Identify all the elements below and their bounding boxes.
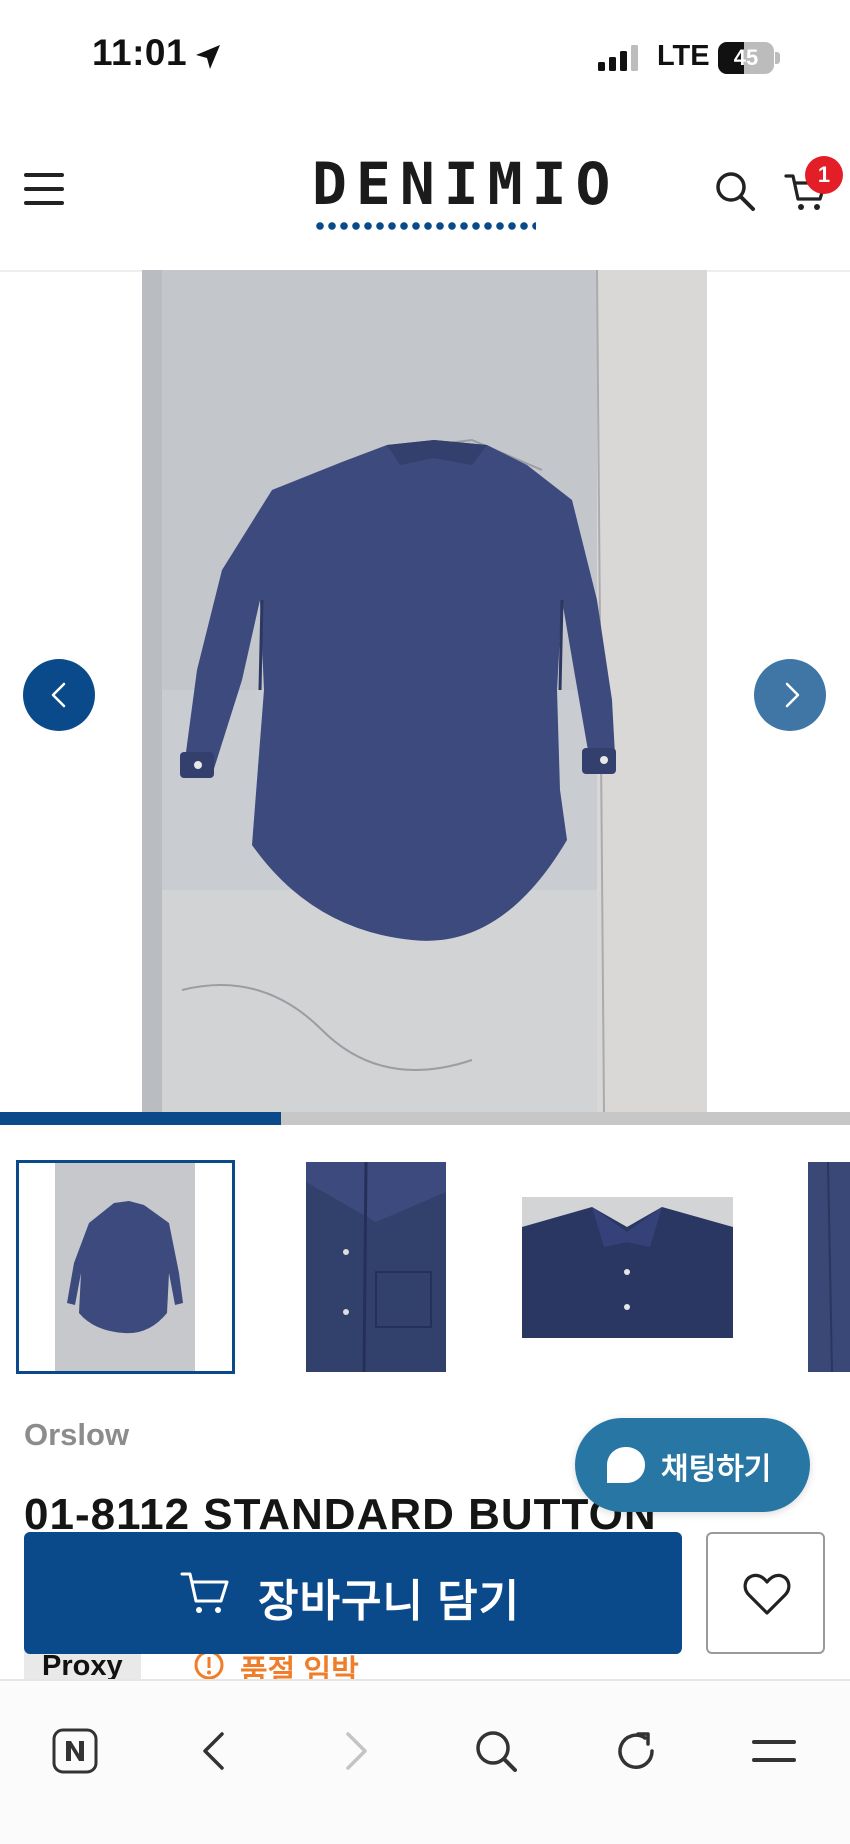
chat-button-label: 채팅하기: [661, 1453, 772, 1486]
product-brand[interactable]: Orslow: [24, 1417, 129, 1453]
gallery-progress-fill: [0, 1112, 281, 1125]
search-icon[interactable]: [474, 1729, 518, 1773]
gallery-prev-button[interactable]: [23, 659, 95, 731]
logo-dotted-underline: [314, 222, 536, 230]
gallery-thumbnail-4[interactable]: [808, 1162, 850, 1372]
status-time: 11:01: [92, 32, 188, 73]
gallery-thumbnail-3[interactable]: [522, 1197, 733, 1338]
chevron-right-icon: [785, 682, 800, 708]
gallery-thumbnail-1[interactable]: [16, 1160, 235, 1374]
cart-icon: [180, 1572, 229, 1613]
heart-icon: [743, 1573, 791, 1615]
hamburger-menu-icon[interactable]: [24, 172, 64, 206]
gallery-next-button[interactable]: [754, 659, 826, 731]
search-icon[interactable]: [714, 170, 756, 212]
gallery-thumbnail-2[interactable]: [306, 1162, 446, 1372]
status-bar: 11:01 LTE 45: [0, 0, 850, 110]
thumbnail-image: [306, 1162, 446, 1372]
product-photo-denim-shirt: [142, 270, 707, 1112]
thumbnail-image: [808, 1162, 850, 1372]
forward-icon[interactable]: [344, 1731, 370, 1771]
menu-icon[interactable]: [752, 1738, 796, 1764]
battery-level: 45: [733, 45, 759, 70]
battery-icon: 45: [718, 42, 780, 74]
thumbnail-image: [522, 1197, 733, 1338]
gallery-progress-bar: [0, 1112, 850, 1125]
naver-home-icon[interactable]: [52, 1728, 98, 1774]
wishlist-button[interactable]: [706, 1532, 825, 1654]
browser-toolbar: [0, 1679, 850, 1844]
carrier-label: LTE: [657, 40, 710, 72]
back-icon[interactable]: [200, 1731, 226, 1771]
add-to-cart-label: 장바구니 담기: [258, 1577, 521, 1626]
chat-button[interactable]: 채팅하기: [575, 1418, 810, 1512]
add-to-cart-button[interactable]: 장바구니 담기: [24, 1532, 682, 1654]
reload-icon[interactable]: [614, 1729, 658, 1773]
chat-bubble-icon: [607, 1447, 645, 1483]
location-arrow-icon: [196, 45, 220, 69]
thumbnail-image: [19, 1163, 232, 1371]
logo-text: DENIMIO: [312, 150, 620, 218]
product-main-image[interactable]: [142, 270, 707, 1112]
signal-icon: [598, 45, 638, 71]
cart-count-badge: 1: [805, 156, 843, 194]
chevron-left-icon: [51, 682, 66, 708]
